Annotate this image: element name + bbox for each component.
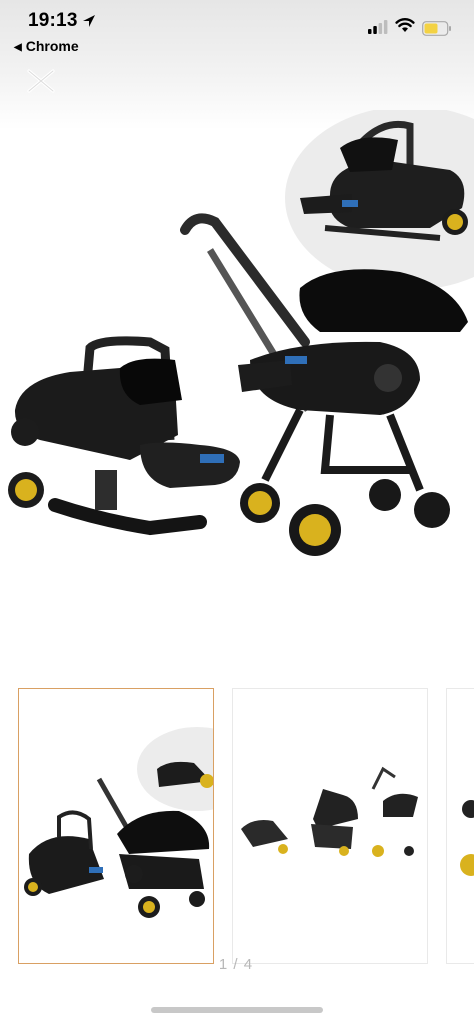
thumbnail-2[interactable] <box>232 688 428 964</box>
battery-icon <box>422 21 451 36</box>
back-triangle-icon: ◀ <box>14 42 22 53</box>
back-to-app-link[interactable]: ◀ Chrome <box>14 38 79 54</box>
location-arrow-icon <box>83 15 95 27</box>
home-indicator[interactable] <box>151 1007 323 1013</box>
thumbnail-3-image <box>460 800 474 876</box>
thumbnail-1-image <box>24 727 257 918</box>
status-bar: 19:13 ◀ Chrome <box>0 0 474 54</box>
carseat-left-image <box>8 336 240 536</box>
back-app-label: Chrome <box>25 38 79 54</box>
clock: 19:13 <box>28 10 78 31</box>
close-icon[interactable] <box>24 66 58 96</box>
thumbnail-1[interactable] <box>18 688 257 964</box>
product-main-image[interactable] <box>0 110 474 570</box>
thumbnail-2-image <box>241 766 418 857</box>
thumbnail-3[interactable] <box>446 688 474 964</box>
gallery-counter: 1 / 4 <box>218 956 254 973</box>
cellular-signal-icon <box>368 20 388 34</box>
thumbnail-strip[interactable] <box>0 688 474 966</box>
wifi-icon <box>395 18 415 32</box>
